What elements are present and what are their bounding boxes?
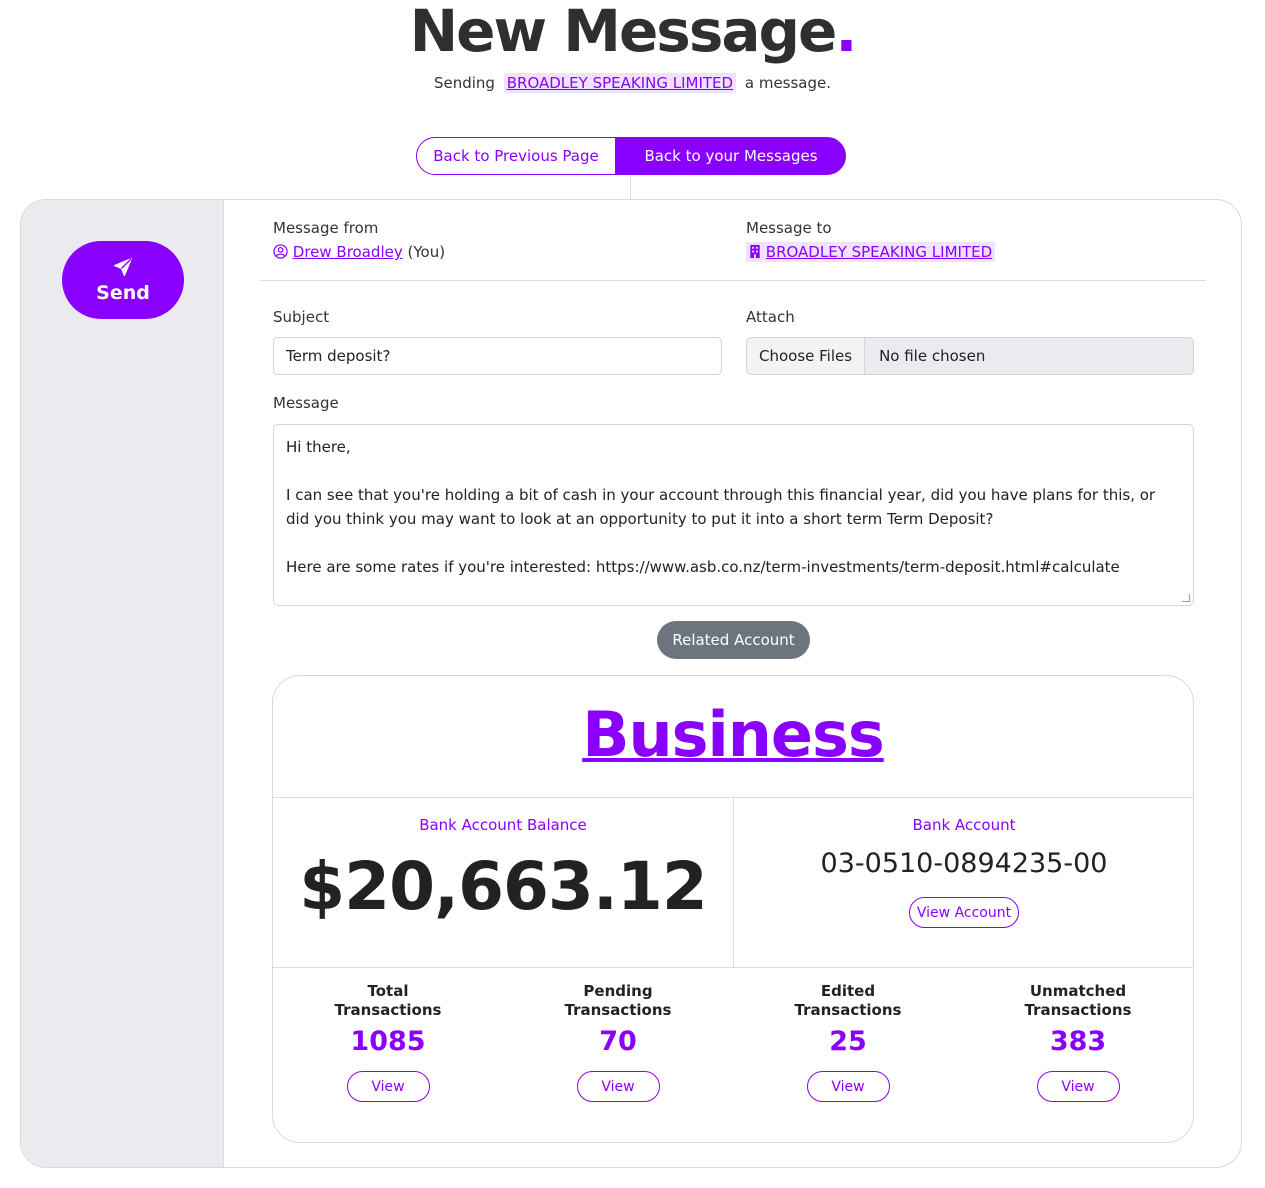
message-from-label: Message from (273, 219, 379, 237)
stat-pending-transactions: Pending Transactions 70 View (503, 982, 733, 1102)
message-label: Message (273, 394, 339, 412)
attach-label: Attach (746, 308, 795, 326)
subject-input[interactable]: Term deposit? (273, 337, 722, 375)
back-to-messages-button[interactable]: Back to your Messages (616, 137, 846, 175)
resize-handle[interactable] (1182, 594, 1190, 602)
to-company-link[interactable]: BROADLEY SPEAKING LIMITED (766, 243, 992, 261)
user-circle-icon (273, 244, 288, 259)
balance-value: $20,663.12 (299, 848, 708, 925)
sidebar: Send (21, 200, 224, 1167)
message-form: Message from Drew Broadley (You) Message… (224, 200, 1241, 1167)
bank-account-number: 03-0510-0894235-00 (820, 848, 1108, 879)
message-from-value: Drew Broadley (You) (273, 243, 445, 261)
send-label: Send (96, 282, 150, 304)
stat-edited-transactions: Edited Transactions 25 View (733, 982, 963, 1102)
from-user-link[interactable]: Drew Broadley (293, 243, 403, 261)
page-subtitle: Sending BROADLEY SPEAKING LIMITED a mess… (433, 73, 832, 93)
send-icon (114, 258, 132, 276)
no-file-chosen-text: No file chosen (879, 347, 986, 365)
attach-file-input[interactable]: Choose Files No file chosen (746, 337, 1194, 375)
stat-value: 25 (829, 1026, 867, 1057)
message-to-label: Message to (746, 219, 832, 237)
page-header: New Message. Sending BROADLEY SPEAKING L… (0, 0, 1265, 93)
subject-label: Subject (273, 308, 330, 326)
choose-files-button[interactable]: Choose Files (747, 338, 866, 374)
related-account-button[interactable]: Related Account (657, 621, 810, 659)
back-to-previous-page-button[interactable]: Back to Previous Page (416, 137, 616, 175)
recipient-link[interactable]: BROADLEY SPEAKING LIMITED (503, 73, 737, 93)
account-title: Business (273, 676, 1193, 797)
divider (630, 175, 631, 199)
you-label: (You) (407, 243, 446, 261)
message-textarea[interactable]: Hi there, I can see that you're holding … (273, 424, 1194, 606)
related-account-card: Business Bank Account Balance $20,663.12… (272, 675, 1194, 1143)
stat-total-transactions: Total Transactions 1085 View (273, 982, 503, 1102)
stat-unmatched-transactions: Unmatched Transactions 383 View (963, 982, 1193, 1102)
stat-value: 70 (599, 1026, 637, 1057)
view-unmatched-transactions-button[interactable]: View (1036, 1071, 1120, 1102)
building-icon (750, 244, 760, 259)
view-pending-transactions-button[interactable]: View (576, 1071, 660, 1102)
balance-label: Bank Account Balance (419, 816, 587, 834)
view-edited-transactions-button[interactable]: View (806, 1071, 890, 1102)
message-card: Send Message from Drew Broadley (You) Me… (20, 199, 1242, 1168)
view-total-transactions-button[interactable]: View (346, 1071, 430, 1102)
stat-value: 1085 (350, 1026, 426, 1057)
bank-account-cell: Bank Account 03-0510-0894235-00 View Acc… (734, 816, 1193, 928)
account-name-link[interactable]: Business (582, 698, 885, 771)
view-account-button[interactable]: View Account (909, 897, 1019, 928)
page-title: New Message. (409, 0, 858, 65)
stat-value: 383 (1049, 1026, 1107, 1057)
bank-account-label: Bank Account (912, 816, 1016, 834)
header-divider (260, 280, 1206, 281)
divider (273, 967, 1193, 968)
balance-cell: Bank Account Balance $20,663.12 (273, 816, 733, 925)
nav-button-group: Back to Previous Page Back to your Messa… (416, 137, 846, 175)
message-to-value: BROADLEY SPEAKING LIMITED (746, 242, 996, 262)
send-button[interactable]: Send (62, 241, 184, 319)
